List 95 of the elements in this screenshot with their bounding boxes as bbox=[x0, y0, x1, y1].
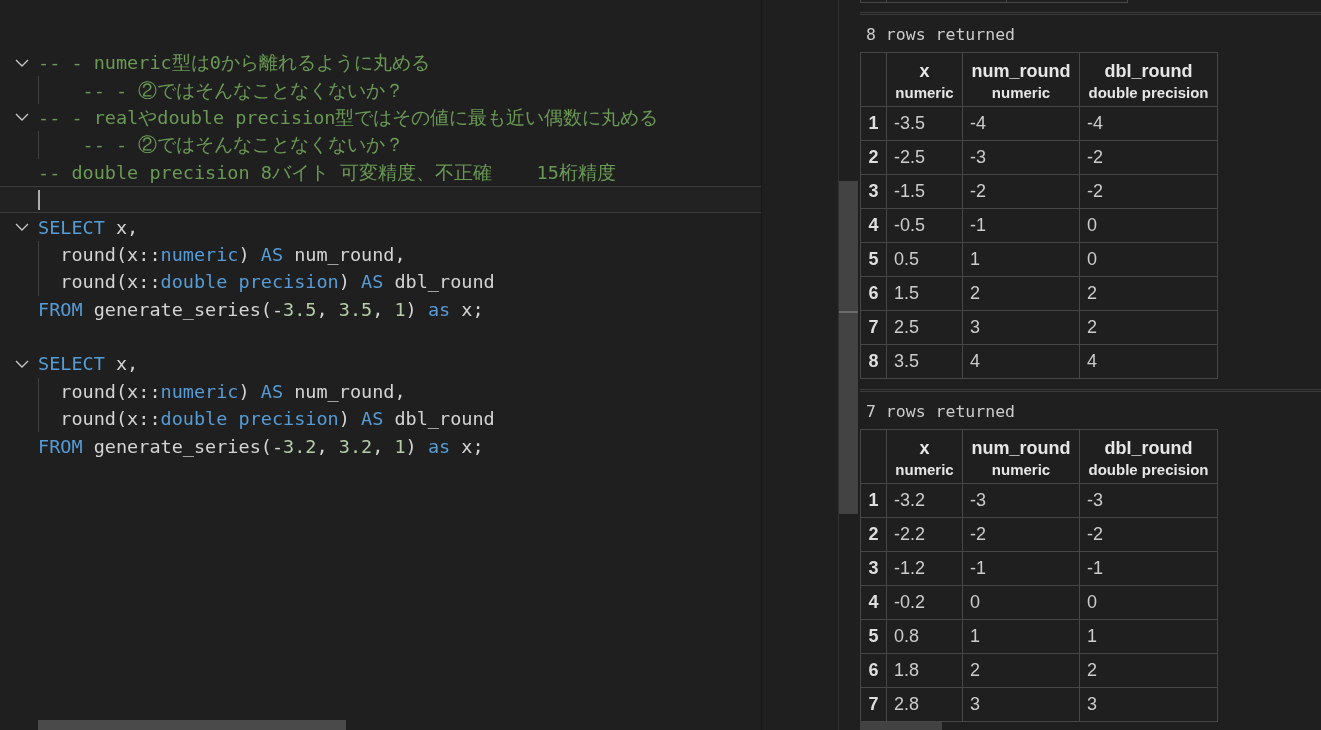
table-cell: -3.2 bbox=[886, 483, 963, 518]
table-cell: 2.5 bbox=[886, 310, 963, 345]
code-line: FROM generate_series(-3.2, 3.2, 1) as x; bbox=[38, 434, 484, 459]
table-cell: 3 bbox=[962, 310, 1080, 345]
scrollbar-thumb[interactable] bbox=[38, 720, 346, 730]
table-cell: -1 bbox=[962, 208, 1080, 243]
column-type: double precision bbox=[1087, 83, 1210, 103]
table-cell: 0.5 bbox=[886, 242, 963, 277]
chevron-down-icon[interactable] bbox=[15, 223, 29, 232]
table-cell: 2 bbox=[1079, 653, 1218, 688]
scrollbar-thumb[interactable] bbox=[839, 181, 858, 514]
table-cell: -2 bbox=[1079, 174, 1218, 209]
table-cell: -3 bbox=[962, 140, 1080, 175]
column-type: numeric bbox=[894, 460, 955, 480]
row-number: 1 bbox=[860, 106, 887, 141]
table-cell: -1 bbox=[962, 551, 1080, 586]
table-cell: -1.5 bbox=[886, 174, 963, 209]
table-cell: 0 bbox=[1079, 242, 1218, 277]
table-cell: -4 bbox=[962, 106, 1080, 141]
code-line: round(x::numeric) AS num_round, bbox=[59, 242, 406, 267]
column-name: x bbox=[918, 437, 931, 460]
column-type: numeric bbox=[990, 460, 1052, 480]
table-cell: 0 bbox=[1079, 208, 1218, 243]
table-cell: 1 bbox=[962, 242, 1080, 277]
column-name: num_round bbox=[970, 60, 1072, 83]
row-number: 3 bbox=[860, 174, 887, 209]
scrollbar-thumb[interactable] bbox=[860, 722, 942, 730]
table-cell: 4 bbox=[962, 344, 1080, 379]
column-name: dbl_round bbox=[1103, 60, 1194, 83]
table-cell: -2.2 bbox=[886, 517, 963, 552]
table-cell: 2 bbox=[1079, 310, 1218, 345]
row-number: 5 bbox=[860, 242, 887, 277]
row-number: 8 bbox=[860, 344, 887, 379]
column-type: numeric bbox=[990, 83, 1052, 103]
column-type: double precision bbox=[1087, 460, 1210, 480]
table-cell: 4 bbox=[1079, 344, 1218, 379]
table-cell: 3.5 bbox=[886, 344, 963, 379]
table-cell: 2.8 bbox=[886, 687, 963, 722]
row-number: 4 bbox=[860, 585, 887, 620]
table-cell: -4 bbox=[1079, 106, 1218, 141]
table-cell: 0 bbox=[1079, 585, 1218, 620]
code-line: -- - ②ではそんなことなくないか？ bbox=[81, 78, 405, 103]
row-number: 7 bbox=[860, 310, 887, 345]
code-line: FROM generate_series(-3.5, 3.5, 1) as x; bbox=[38, 297, 484, 322]
table-cell: 0.8 bbox=[886, 619, 963, 654]
column-name: x bbox=[918, 60, 931, 83]
code-line: SELECT x, bbox=[38, 352, 139, 377]
row-number: 4 bbox=[860, 208, 887, 243]
table-cell: 0 bbox=[962, 585, 1080, 620]
table-cell: 3 bbox=[962, 687, 1080, 722]
table-cell: -2 bbox=[962, 517, 1080, 552]
column-name: dbl_round bbox=[1103, 437, 1194, 460]
table-cell: -2 bbox=[1079, 517, 1218, 552]
code-line: round(x::double precision) AS dbl_round bbox=[59, 270, 495, 295]
table-cell: 3 bbox=[1079, 687, 1218, 722]
code-line: round(x::double precision) AS dbl_round bbox=[59, 407, 495, 432]
table-cell: -3 bbox=[1079, 483, 1218, 518]
row-number: 7 bbox=[860, 687, 887, 722]
code-line: -- double precision 8バイト 可変精度、不正確 15桁精度 bbox=[38, 160, 616, 185]
row-number: 2 bbox=[860, 517, 887, 552]
row-number: 2 bbox=[860, 140, 887, 175]
code-line: SELECT x, bbox=[38, 215, 139, 240]
table-cell: -2.5 bbox=[886, 140, 963, 175]
row-number: 6 bbox=[860, 276, 887, 311]
table-cell: -3 bbox=[962, 483, 1080, 518]
row-number: 5 bbox=[860, 619, 887, 654]
column-type: numeric bbox=[894, 83, 955, 103]
table-cell: -1 bbox=[1079, 551, 1218, 586]
table-cell: -2 bbox=[962, 174, 1080, 209]
table-cell: -0.5 bbox=[886, 208, 963, 243]
row-number: 3 bbox=[860, 551, 887, 586]
chevron-down-icon[interactable] bbox=[15, 113, 29, 122]
text-cursor bbox=[38, 189, 40, 210]
table-cell: -3.5 bbox=[886, 106, 963, 141]
code-line: round(x::numeric) AS num_round, bbox=[59, 379, 406, 404]
chevron-down-icon[interactable] bbox=[15, 360, 29, 368]
code-line: -- - ②ではそんなことなくないか？ bbox=[81, 133, 405, 158]
chevron-down-icon[interactable] bbox=[15, 58, 29, 67]
table-cell: 1.5 bbox=[886, 276, 963, 311]
table-cell: -2 bbox=[1079, 140, 1218, 175]
code-line: -- - numeric型は0から離れるように丸める bbox=[38, 51, 430, 76]
table-cell: 2 bbox=[962, 653, 1080, 688]
table-cell: -0.2 bbox=[886, 585, 963, 620]
result-summary: 8 rows returned bbox=[865, 24, 1016, 46]
table-cell: 2 bbox=[962, 276, 1080, 311]
result-summary: 7 rows returned bbox=[865, 401, 1016, 423]
code-line: -- - realやdouble precision型ではその値に最も近い偶数に丸める bbox=[38, 105, 659, 130]
table-cell: 1.8 bbox=[886, 653, 963, 688]
table-cell: 1 bbox=[1079, 619, 1218, 654]
column-name: num_round bbox=[970, 437, 1072, 460]
row-number: 6 bbox=[860, 653, 887, 688]
table-cell: 2 bbox=[1079, 276, 1218, 311]
row-number: 1 bbox=[860, 483, 887, 518]
table-cell: 1 bbox=[962, 619, 1080, 654]
table-cell: -1.2 bbox=[886, 551, 963, 586]
